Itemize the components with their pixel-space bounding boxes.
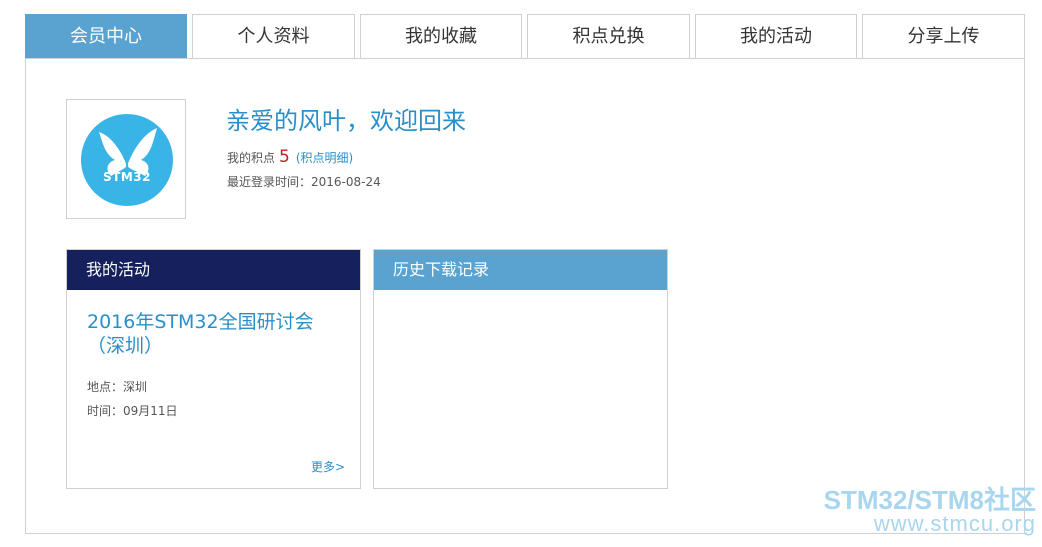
my-activities-card: 我的活动 2016年STM32全国研讨会（深圳） 地点：深圳 时间：09月11日… <box>66 249 361 489</box>
member-center-panel: STM32 亲爱的风叶，欢迎回来 我的积点 5 (积点明细) 最近登录时间：2016… <box>25 58 1025 534</box>
tab-my-activities[interactable]: 我的活动 <box>695 14 857 58</box>
download-history-card: 历史下载记录 <box>373 249 668 489</box>
more-link[interactable]: 更多> <box>311 458 345 475</box>
last-login-time: 最近登录时间：2016-08-24 <box>227 175 381 189</box>
download-history-card-title: 历史下载记录 <box>374 250 667 290</box>
watermark-line1: STM32/STM8社区 <box>823 485 1036 515</box>
points-line: 我的积点 5 (积点明细) <box>227 147 353 167</box>
avatar-logo: STM32 <box>81 114 173 206</box>
points-label: 我的积点 <box>227 151 276 165</box>
tab-points-exchange[interactable]: 积点兑换 <box>527 14 690 58</box>
tab-member-center[interactable]: 会员中心 <box>25 14 187 58</box>
event-time: 时间：09月11日 <box>87 404 178 418</box>
event-place: 地点：深圳 <box>87 380 148 394</box>
tab-bar: 会员中心 个人资料 我的收藏 积点兑换 我的活动 分享上传 <box>25 14 1025 58</box>
avatar-text: STM32 <box>103 170 151 184</box>
tab-share-upload[interactable]: 分享上传 <box>862 14 1025 58</box>
site-watermark: STM32/STM8社区 www.stmcu.org <box>824 487 1036 535</box>
event-title-link[interactable]: 2016年STM32全国研讨会（深圳） <box>87 310 347 358</box>
my-activities-card-title: 我的活动 <box>67 250 360 290</box>
watermark-line2: www.stmcu.org <box>873 511 1036 536</box>
tab-profile[interactable]: 个人资料 <box>192 14 355 58</box>
welcome-heading: 亲爱的风叶，欢迎回来 <box>226 107 466 135</box>
avatar[interactable]: STM32 <box>66 99 186 219</box>
points-detail-link[interactable]: (积点明细) <box>296 151 353 165</box>
butterfly-icon <box>99 128 157 176</box>
points-value: 5 <box>279 147 290 167</box>
tab-favorites[interactable]: 我的收藏 <box>360 14 522 58</box>
